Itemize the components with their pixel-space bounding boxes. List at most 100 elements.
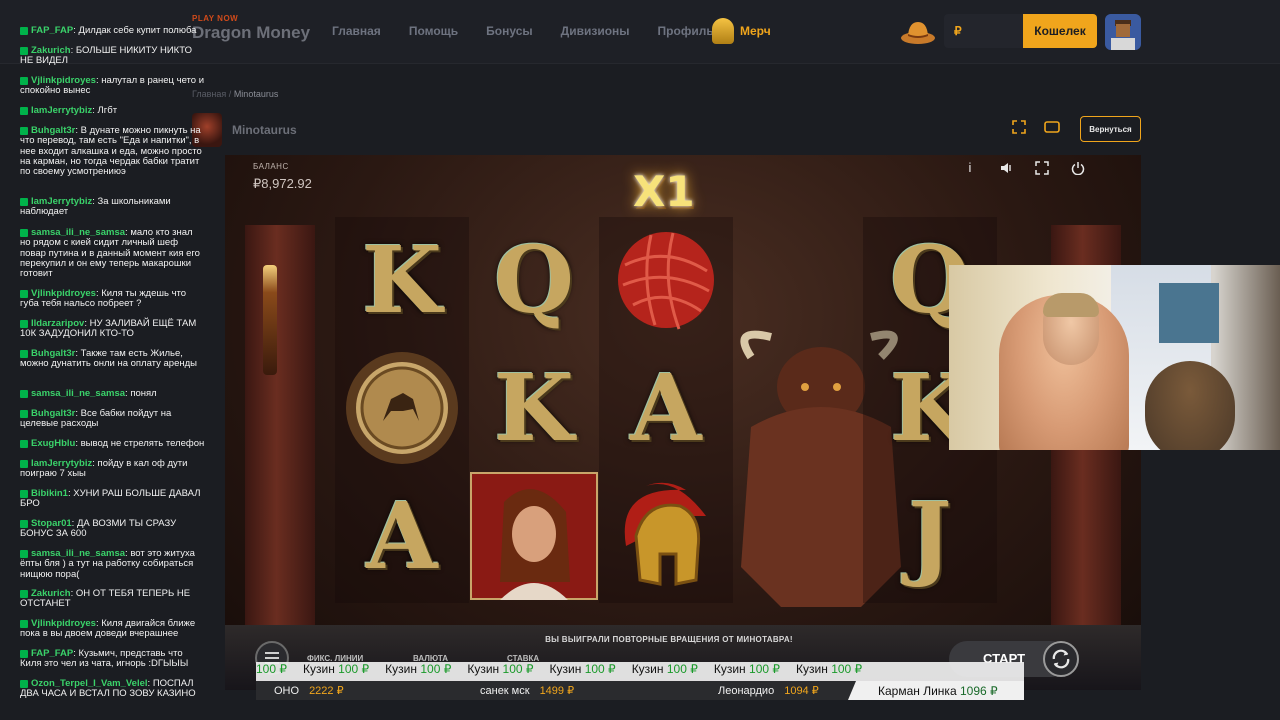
subscriber-badge-icon (20, 520, 28, 528)
chat-message: Buhgalt3r: В дунате можно пикнуть на что… (20, 125, 202, 178)
subscriber-badge-icon (20, 390, 28, 398)
nav-link-help[interactable]: Помощь (409, 24, 458, 38)
nav-links: Главная Помощь Бонусы Дивизионы Профиль (332, 24, 714, 38)
theater-mode-icon[interactable] (1044, 120, 1060, 134)
subscriber-badge-icon (20, 550, 28, 558)
page-title: Minotaurus (232, 123, 297, 137)
stream-chat: FAP_FAP: Дилдак себе купит полюба Zakuri… (0, 20, 205, 720)
game-title-row: Minotaurus (192, 110, 297, 150)
chat-message: Ildarzaripov: НУ ЗАЛИВАЙ ЕЩЁ ТАМ 10К ЗАД… (20, 318, 197, 340)
subscriber-badge-icon (20, 107, 28, 115)
ticker-entry: Кузин 100 ₽ (549, 662, 616, 676)
avatar[interactable] (1105, 14, 1141, 50)
symbol-letter: J (908, 482, 952, 590)
reel-symbol: A (335, 473, 469, 599)
back-button[interactable]: Вернуться (1080, 116, 1141, 142)
ticker-entry: Кузин 100 ₽ (467, 662, 534, 676)
balance-display[interactable]: ₽ (944, 14, 1024, 48)
nav-link-bonuses[interactable]: Бонусы (486, 24, 533, 38)
reel-symbol: Q (467, 217, 601, 343)
sound-icon[interactable] (999, 161, 1013, 175)
subscriber-badge-icon (20, 650, 28, 658)
wallet-button[interactable]: Кошелек (1023, 14, 1097, 48)
reel-2: Q K (467, 217, 601, 603)
balance-value: ₽8,972.92 (253, 176, 312, 191)
expand-icon[interactable] (1035, 161, 1049, 175)
autospin-icon[interactable] (1043, 641, 1079, 677)
webcam-overlay (949, 265, 1280, 450)
ticker-entry: Карман Линка 1096 ₽ (848, 681, 1024, 700)
chat-message: Vjlinkpidroyes: Киля двигайся ближе пока… (20, 618, 196, 640)
reel-symbol: K (335, 217, 469, 343)
subscriber-badge-icon (20, 460, 28, 468)
nav-link-profile[interactable]: Профиль (658, 24, 714, 38)
ticker-entry: Леонардио 1094 ₽ (718, 685, 819, 697)
user-avatar-icon (1105, 14, 1141, 50)
chat-message: Zakurich: БОЛЬШЕ НИКИТУ НИКТО НЕ ВИДЕЛ (20, 45, 192, 67)
chat-message: Ozon_Terpel_I_Vam_Velel: ПОСПАЛ ДВА ЧАСА… (20, 678, 196, 700)
chat-message: Bibikin1: ХУНИ РАШ БОЛЬШЕ ДАВАЛ БРО (20, 488, 201, 510)
torch-icon (263, 265, 277, 375)
chat-message: Zakurich: ОН ОТ ТЕБЯ ТЕПЕРЬ НЕ ОТСТАНЕТ (20, 588, 191, 610)
subscriber-badge-icon (20, 410, 28, 418)
reel-symbol: J (863, 473, 997, 599)
fullscreen-icon[interactable] (1012, 120, 1026, 134)
chat-message: IamJerrytybiz: За школьниками наблюдает (20, 196, 171, 218)
game-controls: i (963, 161, 1085, 175)
brand-name: Dragon Money (192, 23, 311, 42)
chat-message: Buhgalt3r: Все бабки пойдут на целевые р… (20, 408, 172, 430)
ticker-entry: санек мск 1499 ₽ (480, 685, 575, 697)
subscriber-badge-icon (20, 229, 28, 237)
subscriber-badge-icon (20, 198, 28, 206)
symbol-letter: K (494, 354, 574, 462)
subscriber-badge-icon (20, 350, 28, 358)
brand-tagline: PLAY NOW (192, 14, 239, 23)
subscriber-badge-icon (20, 27, 28, 35)
chat-message: Stopar01: ДА ВОЗМИ ТЫ СРАЗУ БОНУС ЗА 600 (20, 518, 177, 540)
symbol-letter: Q (493, 226, 575, 334)
second-person (1145, 361, 1235, 450)
chat-message: Vjlinkpidroyes: налутал в ранец чето и с… (20, 75, 205, 97)
subscriber-badge-icon (20, 620, 28, 628)
multiplier: X1 (633, 167, 695, 216)
ticker-entry: ОНО 2222 ₽ (274, 685, 344, 697)
hoodie-icon (712, 18, 734, 44)
subscriber-badge-icon (20, 290, 28, 298)
donation-ticker-bottom: ОНО 2222 ₽ санек мск 1499 ₽ Леонардио 1094 … (256, 681, 1024, 700)
symbol-letter: K (362, 226, 442, 334)
chat-message: samsa_ili_ne_samsa: вот это житуха ёпты … (20, 548, 195, 580)
chat-message: samsa_ili_ne_samsa: мало кто знал но ряд… (20, 227, 200, 280)
chat-message: IamJerrytybiz: пойду в кал оф дути поигр… (20, 458, 188, 480)
ticker-entry: Кузин 100 ₽ (631, 662, 698, 676)
webcam-background-window (1159, 283, 1219, 343)
subscriber-badge-icon (20, 590, 28, 598)
slot-reels: K A Q K A Q K J (335, 217, 1035, 607)
balance-label: БАЛАНС (253, 162, 289, 171)
woman-symbol-icon (467, 472, 601, 600)
subscriber-badge-icon (20, 680, 28, 688)
nav-link-home[interactable]: Главная (332, 24, 381, 38)
power-icon[interactable] (1071, 161, 1085, 175)
subscriber-badge-icon (20, 490, 28, 498)
cowboy-hat-icon[interactable] (900, 16, 936, 46)
ticker-entry: Кузин 100 ₽ (796, 662, 863, 676)
chat-message: IamJerrytybiz: Лгбт (20, 105, 205, 116)
info-icon[interactable]: i (963, 161, 977, 175)
merch-link[interactable]: Мерч (712, 18, 771, 44)
breadcrumb-separator: / (228, 89, 232, 99)
breadcrumb-current: Minotaurus (233, 89, 279, 99)
screen: PLAY NOW Dragon Money Главная Помощь Бон… (0, 0, 1280, 720)
nav-link-divisions[interactable]: Дивизионы (561, 24, 630, 38)
symbol-letter: A (630, 354, 702, 462)
chat-message: FAP_FAP: Кузьмич, представь что Киля это… (20, 648, 189, 670)
subscriber-badge-icon (20, 77, 28, 85)
chat-message: Buhgalt3r: Также там есть Жилье, можно д… (20, 348, 197, 370)
shield-symbol-icon (335, 345, 469, 471)
chat-message: ExugHblu: вывод не стрелять телефон (20, 438, 205, 449)
donation-ticker-top: 100 ₽ Кузин 100 ₽ Кузин 100 ₽ Кузин 100 … (256, 662, 1024, 681)
view-controls (1012, 120, 1060, 134)
reel-4 (731, 217, 901, 607)
chat-message: samsa_ili_ne_samsa: понял (20, 388, 205, 399)
brand-logo[interactable]: PLAY NOW Dragon Money (192, 14, 310, 43)
ticker-entry: Кузин 100 ₽ (303, 662, 370, 676)
